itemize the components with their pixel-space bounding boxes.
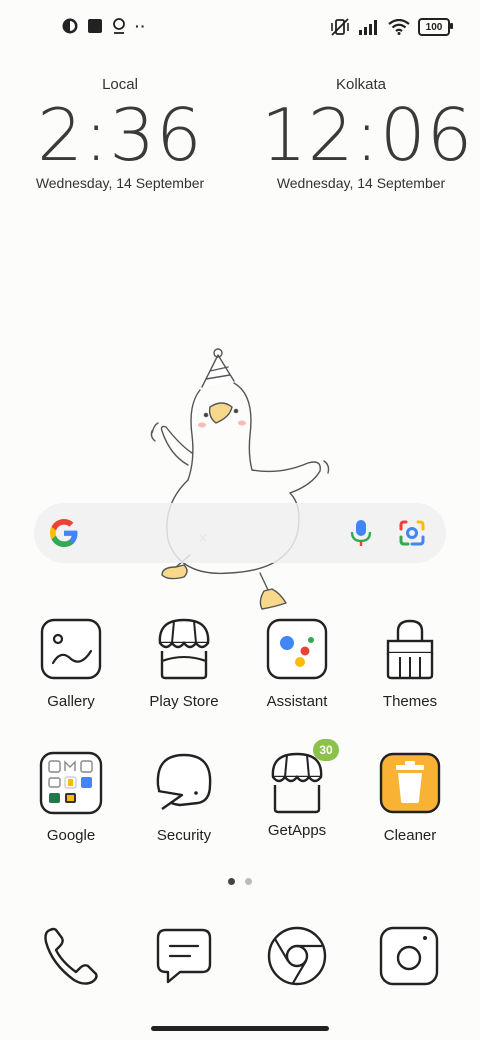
clock-city: Local	[102, 76, 138, 93]
app-gallery[interactable]: Gallery	[16, 617, 126, 710]
app-google-folder[interactable]: Google	[16, 751, 126, 844]
page-indicator[interactable]	[0, 878, 480, 885]
google-search-bar[interactable]	[34, 503, 446, 563]
vibrate-off-icon	[331, 18, 349, 36]
app-label: Cleaner	[383, 827, 437, 844]
google-logo-icon[interactable]	[48, 517, 80, 549]
gallery-icon	[40, 618, 102, 680]
wifi-icon	[388, 19, 410, 35]
security-icon	[156, 753, 212, 810]
clock-time: 2:36	[37, 93, 203, 177]
battery-icon: 100	[418, 18, 453, 36]
clock-city: Kolkata	[335, 76, 387, 93]
getapps-icon	[271, 752, 323, 814]
duck-wallpaper-illustration	[150, 348, 330, 610]
app-label: GetApps	[267, 822, 327, 839]
app-notification-icon	[62, 18, 78, 34]
app-cleaner[interactable]: Cleaner	[355, 751, 465, 844]
google-lens-icon[interactable]	[398, 519, 426, 547]
location-notification-icon	[113, 18, 125, 34]
app-play-store[interactable]: Play Store	[129, 617, 239, 710]
status-bar: ·· 100	[0, 0, 480, 56]
assistant-icon	[266, 618, 328, 680]
cleaner-icon	[379, 752, 441, 814]
battery-level: 100	[425, 21, 443, 33]
clock-date: Wednesday, 14 September	[276, 175, 446, 191]
app-label: Assistant	[266, 693, 328, 710]
app-themes[interactable]: Themes	[355, 617, 465, 710]
play-store-icon	[158, 618, 210, 680]
clock-time: 12:06	[261, 93, 474, 177]
themes-icon	[386, 619, 434, 680]
notification-badge: 30	[313, 739, 339, 761]
app-label: Themes	[382, 693, 438, 710]
page-dot[interactable]	[245, 878, 252, 885]
clock-widget-kolkata[interactable]: Kolkata 12:06 Wednesday, 14 September	[261, 76, 474, 191]
app-label: Gallery	[47, 693, 95, 710]
chrome-icon[interactable]	[265, 924, 329, 988]
clock-date: Wednesday, 14 September	[35, 175, 205, 191]
app-getapps[interactable]: 30 GetApps	[242, 739, 352, 839]
camera-icon[interactable]	[377, 924, 441, 988]
app-label: Security	[156, 827, 212, 844]
app-label: Play Store	[149, 693, 219, 710]
more-notifications-icon: ··	[135, 18, 147, 34]
messages-icon[interactable]	[152, 924, 216, 988]
home-gesture-bar[interactable]	[151, 1026, 329, 1031]
google-folder-icon	[39, 751, 103, 815]
page-dot-active[interactable]	[228, 878, 235, 885]
clock-widget-local[interactable]: Local 2:36 Wednesday, 14 September	[20, 76, 220, 191]
app-security[interactable]: Security	[129, 751, 239, 844]
phone-icon[interactable]	[40, 924, 104, 988]
signal-icon	[359, 20, 377, 35]
microphone-icon[interactable]	[350, 519, 372, 547]
square-notification-icon	[88, 19, 102, 33]
app-label: Google	[46, 827, 96, 844]
app-assistant[interactable]: Assistant	[242, 617, 352, 710]
